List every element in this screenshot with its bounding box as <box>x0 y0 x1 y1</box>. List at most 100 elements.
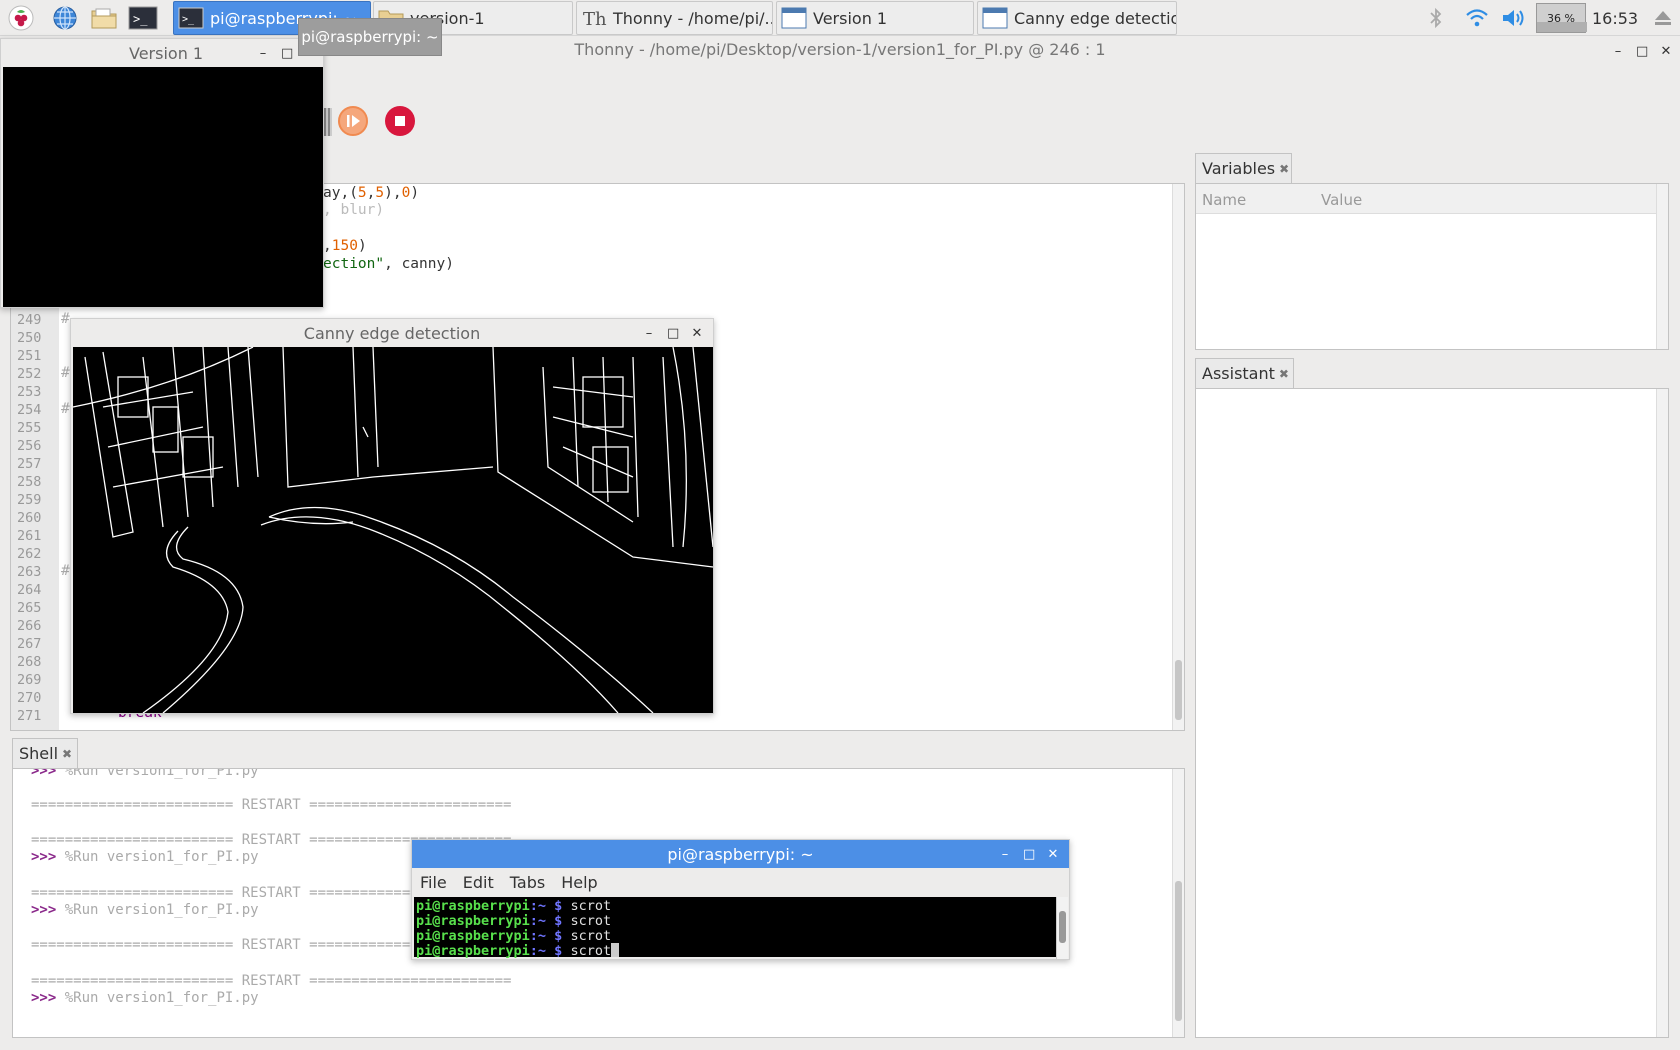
terminal-line: pi@raspberrypi:~ $ scrot <box>416 913 612 929</box>
close-icon[interactable]: ✕ <box>1660 44 1672 59</box>
shell-line: ======================== RESTART =======… <box>31 973 512 989</box>
eject-icon[interactable] <box>1652 0 1674 36</box>
line-number: 267 <box>17 636 42 652</box>
cpu-monitor: 36 % <box>1536 0 1587 36</box>
canny-title: Canny edge detection <box>303 323 481 343</box>
taskbar: >_ >_ pi@raspberrypi: ~ version-1 Th Tho… <box>0 0 1680 36</box>
raspberry-menu-icon[interactable] <box>6 3 36 33</box>
close-icon[interactable]: ✕ <box>691 326 703 341</box>
terminal-window: pi@raspberrypi: ~ – □ ✕ File Edit Tabs H… <box>411 839 1070 960</box>
minimize-icon[interactable]: – <box>999 847 1011 862</box>
variables-scrollbar[interactable] <box>1656 184 1668 349</box>
line-number: 256 <box>17 438 42 454</box>
clock[interactable]: 16:53 <box>1592 0 1638 36</box>
column-name[interactable]: Name <box>1202 191 1246 209</box>
close-tab-icon[interactable]: ✖ <box>62 747 72 761</box>
cpu-usage-text: 36 % <box>1547 11 1575 25</box>
svg-text:>_: >_ <box>133 12 148 26</box>
canny-window: Canny edge detection – □ ✕ <box>70 318 714 714</box>
task-label: Version 1 <box>813 8 888 28</box>
svg-text:Th: Th <box>583 9 607 30</box>
menu-edit[interactable]: Edit <box>463 873 494 892</box>
terminal-output[interactable]: pi@raspberrypi:~ $ scrot pi@raspberrypi:… <box>414 897 1057 959</box>
tab-shell[interactable]: Shell ✖ <box>12 738 78 768</box>
stop-icon <box>395 116 405 126</box>
web-browser-icon[interactable] <box>50 3 80 33</box>
task-version-1-window[interactable]: Version 1 <box>776 1 974 35</box>
maximize-icon[interactable]: □ <box>1023 847 1035 862</box>
code-line-imshow-canny: ection", canny) <box>323 256 454 272</box>
task-thonny[interactable]: Th Thonny - /home/pi/... <box>576 1 773 35</box>
shell-line: >>> %Run version1_for_PI.py <box>31 849 259 865</box>
scrollbar-thumb[interactable] <box>1175 660 1182 720</box>
editor-scrollbar[interactable] <box>1172 184 1184 730</box>
assistant-pane <box>1195 388 1669 1038</box>
terminal-cursor <box>611 943 620 957</box>
shell-line: >>> %Run version1_for_PI.py <box>31 902 259 918</box>
tab-label: Assistant <box>1202 364 1275 383</box>
menu-file[interactable]: File <box>420 873 447 892</box>
svg-text:>_: >_ <box>182 14 195 25</box>
scrollbar-thumb[interactable] <box>1059 911 1066 943</box>
tab-label: Variables <box>1202 159 1276 178</box>
close-tab-icon[interactable]: ✖ <box>1279 162 1289 176</box>
tab-variables[interactable]: Variables ✖ <box>1195 153 1292 183</box>
terminal-line: pi@raspberrypi:~ $ scrot <box>416 898 612 914</box>
code-line: # <box>61 401 70 417</box>
shell-line: >>> %Run version1_for_PI.py <box>31 768 259 779</box>
tab-label: Shell <box>19 744 59 763</box>
line-number: 254 <box>17 402 42 418</box>
code-line: # <box>61 563 70 579</box>
wifi-icon[interactable] <box>1464 0 1490 36</box>
minimize-icon[interactable]: – <box>643 326 655 341</box>
code-line: # <box>61 311 70 327</box>
line-number: 249 <box>17 312 42 328</box>
close-icon[interactable]: ✕ <box>1047 847 1059 862</box>
line-number: 261 <box>17 528 42 544</box>
menu-tabs[interactable]: Tabs <box>510 873 545 892</box>
bluetooth-icon[interactable] <box>1426 0 1446 36</box>
version-1-window: Version 1 – □ <box>0 38 324 308</box>
line-number: 250 <box>17 330 42 346</box>
line-number: 253 <box>17 384 42 400</box>
window-icon <box>982 7 1008 29</box>
maximize-icon[interactable]: □ <box>1636 44 1648 59</box>
volume-icon[interactable] <box>1500 0 1526 36</box>
maximize-icon[interactable]: □ <box>667 326 679 341</box>
line-number: 268 <box>17 654 42 670</box>
maximize-icon[interactable]: □ <box>281 46 293 61</box>
scrollbar-thumb[interactable] <box>1175 881 1182 1021</box>
tab-assistant[interactable]: Assistant ✖ <box>1195 358 1294 388</box>
shell-line: >>> %Run version1_for_PI.py <box>31 990 259 1006</box>
resume-icon <box>347 115 360 127</box>
assistant-scrollbar[interactable] <box>1656 389 1668 1037</box>
task-canny-window[interactable]: Canny edge detection <box>977 1 1177 35</box>
minimize-icon[interactable]: – <box>1612 44 1624 59</box>
stop-button[interactable] <box>385 106 415 136</box>
line-number: 269 <box>17 672 42 688</box>
line-number: 259 <box>17 492 42 508</box>
terminal-line: pi@raspberrypi:~ $ scrot <box>416 928 612 944</box>
code-line-blur: ay,(5,5),0) <box>323 185 420 201</box>
menu-help[interactable]: Help <box>561 873 597 892</box>
resume-button[interactable] <box>338 106 368 136</box>
camera-frame <box>3 67 323 307</box>
variables-pane: Name Value <box>1195 183 1669 350</box>
window-icon <box>781 7 807 29</box>
line-number: 263 <box>17 564 42 580</box>
terminal-scrollbar[interactable] <box>1056 897 1068 959</box>
line-number: 252 <box>17 366 42 382</box>
terminal-icon: >_ <box>178 7 204 29</box>
terminal-launcher-icon[interactable]: >_ <box>128 3 158 33</box>
line-number: 257 <box>17 456 42 472</box>
line-number: 264 <box>17 582 42 598</box>
task-label: Thonny - /home/pi/... <box>613 8 773 28</box>
line-number: 266 <box>17 618 42 634</box>
shell-line: ======================== RESTART =======… <box>31 797 512 813</box>
code-line-imshow-blur: , blur) <box>323 202 385 218</box>
close-tab-icon[interactable]: ✖ <box>1279 367 1289 381</box>
file-manager-icon[interactable] <box>89 3 119 33</box>
minimize-icon[interactable]: – <box>257 46 269 61</box>
shell-scrollbar[interactable] <box>1172 769 1184 1037</box>
column-value[interactable]: Value <box>1321 191 1362 209</box>
